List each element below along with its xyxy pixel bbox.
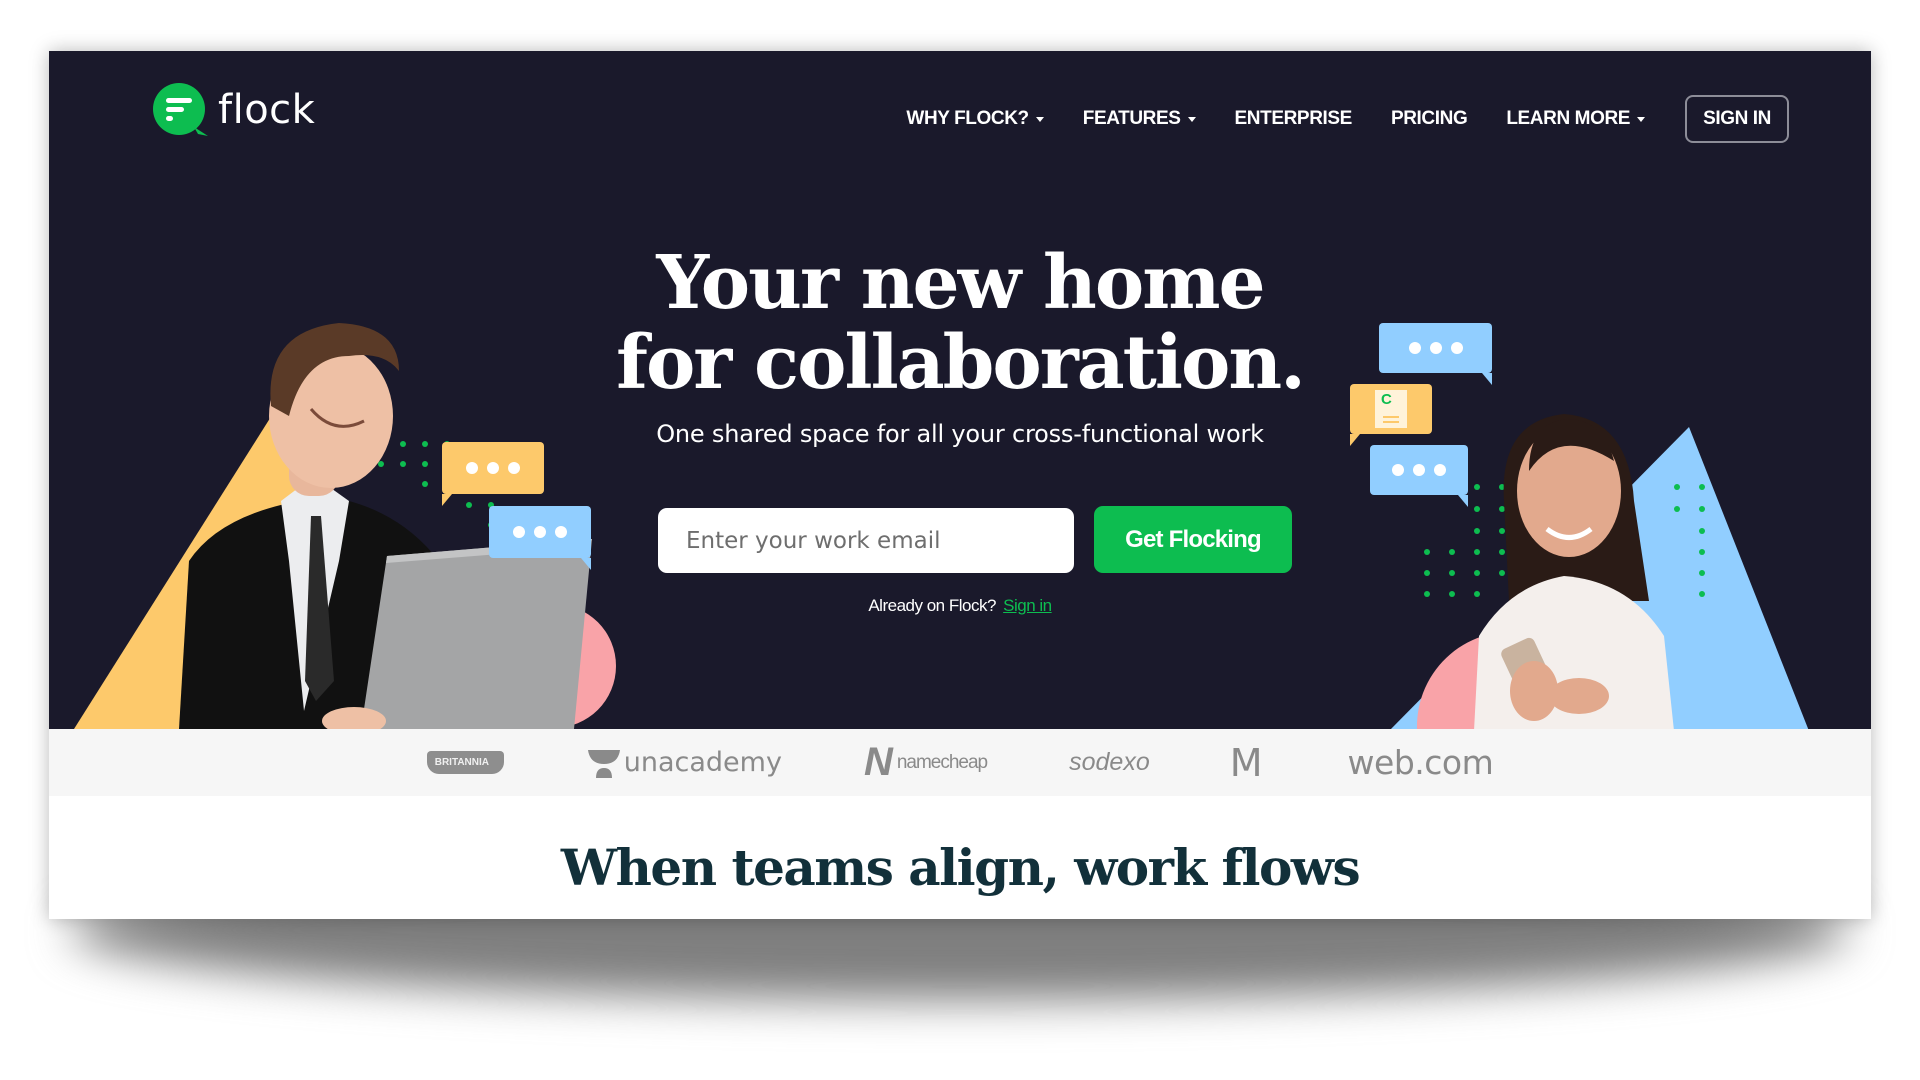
caret-down-icon xyxy=(1637,116,1646,122)
typing-dot xyxy=(466,462,478,474)
unacademy-logo: unacademy xyxy=(587,747,782,778)
britannia-logo: BRITANNIA xyxy=(426,751,504,774)
nav-why-flock[interactable]: WHY FLOCK? xyxy=(906,108,1044,130)
namecheap-mark: N xyxy=(863,740,893,784)
logo-wordmark: flock xyxy=(218,87,316,133)
hero-subtitle: One shared space for all your cross-func… xyxy=(656,420,1264,448)
unacademy-icon xyxy=(587,749,620,778)
hero-title-line1: Your new home xyxy=(656,240,1265,326)
hero-title: Your new home for collaboration. xyxy=(49,243,1871,403)
sodexo-logo: sodexo xyxy=(1069,748,1150,776)
nav-enterprise-label: ENTERPRISE xyxy=(1234,108,1353,129)
hero-title-line2: for collaboration. xyxy=(616,320,1306,406)
nav-pricing[interactable]: PRICING xyxy=(1390,108,1468,130)
nav-features[interactable]: FEATURES xyxy=(1083,108,1196,130)
typing-dot xyxy=(487,462,499,474)
namecheap-wordmark: namecheap xyxy=(896,751,988,773)
typing-dot xyxy=(1434,464,1446,476)
main-nav: WHY FLOCK? FEATURES ENTERPRISE PRICING L… xyxy=(867,95,1789,143)
typing-dot xyxy=(555,526,567,538)
webpage-card: C flock WHY FLOCK? FEATURES ENTERPRISE P… xyxy=(49,51,1871,919)
nav-learn-more-label: LEARN MORE xyxy=(1506,108,1631,129)
get-flocking-button[interactable]: Get Flocking xyxy=(1094,506,1292,573)
section-title: When teams align, work flows xyxy=(560,838,1361,897)
typing-dot xyxy=(534,526,546,538)
laptop xyxy=(361,539,592,729)
customer-logos: BRITANNIA unacademy N namecheap sodexo M… xyxy=(49,729,1871,796)
mcdonalds-logo: M xyxy=(1229,740,1263,785)
flock-logo-icon xyxy=(153,83,208,136)
sign-in-link[interactable]: Sign in xyxy=(1003,596,1052,615)
flock-logo[interactable]: flock xyxy=(152,83,315,137)
nav-enterprise[interactable]: ENTERPRISE xyxy=(1234,108,1353,130)
typing-dot xyxy=(513,526,525,538)
hero-section: C flock WHY FLOCK? FEATURES ENTERPRISE P… xyxy=(49,51,1871,729)
chat-bubble-yellow xyxy=(442,442,544,506)
already-on-flock: Already on Flock? Sign in xyxy=(49,596,1871,616)
nav-pricing-label: PRICING xyxy=(1390,108,1468,129)
nav-features-label: FEATURES xyxy=(1082,108,1181,129)
work-email-input[interactable] xyxy=(658,508,1074,573)
typing-dot xyxy=(1413,464,1425,476)
caret-down-icon xyxy=(1187,116,1196,122)
caret-down-icon xyxy=(1035,116,1044,122)
unacademy-wordmark: unacademy xyxy=(623,747,782,778)
chat-bubble-blue xyxy=(489,506,591,570)
already-text: Already on Flock? xyxy=(868,596,996,615)
chat-bubble-blue-bottom xyxy=(1370,445,1468,507)
namecheap-logo: N namecheap xyxy=(863,740,988,785)
sign-in-button[interactable]: SIGN IN xyxy=(1685,95,1789,143)
typing-dot xyxy=(508,462,520,474)
webcom-logo: web.com xyxy=(1347,743,1494,782)
nav-learn-more[interactable]: LEARN MORE xyxy=(1506,108,1646,130)
typing-dot xyxy=(1392,464,1404,476)
nav-why-flock-label: WHY FLOCK? xyxy=(906,108,1029,129)
